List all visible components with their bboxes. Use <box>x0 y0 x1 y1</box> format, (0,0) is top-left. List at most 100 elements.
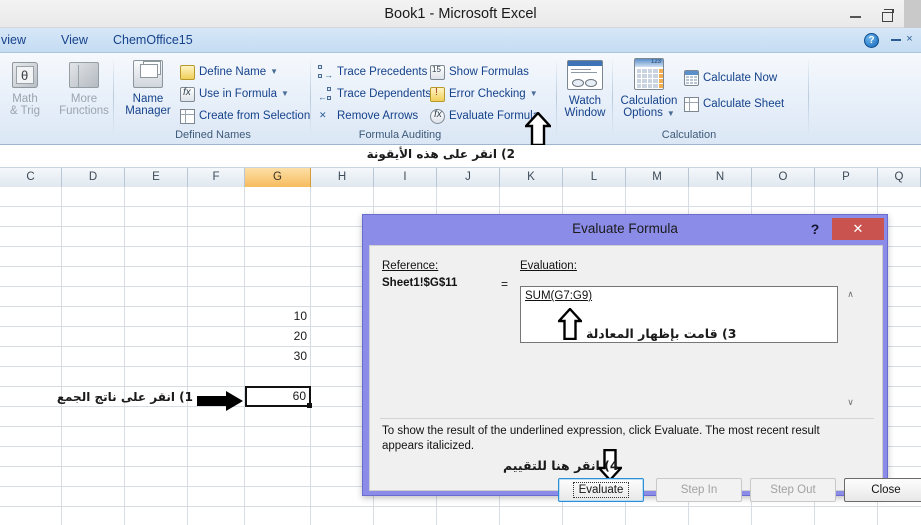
create-from-selection-button[interactable]: Create from Selection <box>180 106 310 126</box>
reference-label-text: Reference: <box>382 260 439 272</box>
evaluate-formula-button[interactable]: fx Evaluate Formula <box>430 106 539 126</box>
remove-arrows-icon: ✕ <box>319 109 327 120</box>
column-header-G[interactable]: G <box>245 168 311 187</box>
column-header-O[interactable]: O <box>752 168 815 187</box>
calculation-options-label-1: Calculation <box>620 95 678 107</box>
scroll-down-icon[interactable]: ∨ <box>842 394 859 411</box>
step-out-button[interactable]: Step Out <box>750 478 836 502</box>
evaluation-formula[interactable]: SUM(G7:G9) <box>525 290 592 302</box>
calculate-sheet-button[interactable]: Calculate Sheet <box>684 94 784 114</box>
column-header-H[interactable]: H <box>311 168 374 187</box>
more-functions-icon <box>69 62 99 88</box>
evaluation-scrollbar[interactable]: ∧ ∨ <box>842 286 859 411</box>
step-in-button[interactable]: Step In <box>656 478 742 502</box>
trace-precedents-button[interactable]: → Trace Precedents <box>318 62 427 82</box>
fill-handle[interactable] <box>307 403 312 408</box>
chevron-down-icon: ▼ <box>529 89 538 98</box>
cell-G7[interactable]: 10 <box>245 306 310 326</box>
dialog-close-button[interactable]: ✕ <box>832 218 884 240</box>
watch-window-button[interactable]: Watch Window <box>560 60 610 119</box>
trace-dependents-icon: ← <box>318 86 333 102</box>
scroll-up-icon[interactable]: ∧ <box>842 286 859 303</box>
restore-button[interactable] <box>870 0 904 28</box>
trace-precedents-icon: → <box>318 64 333 80</box>
show-formulas-icon: 15 <box>430 64 445 80</box>
math-trig-button[interactable]: θ Math & Trig <box>0 62 54 117</box>
column-header-L[interactable]: L <box>563 168 626 187</box>
step-in-button-label: Step In <box>680 484 718 496</box>
close-ribbon-icon[interactable]: × <box>904 34 915 45</box>
tab-chemoffice15[interactable]: ChemOffice15 <box>104 28 202 53</box>
more-functions-label-2: Functions <box>59 105 109 117</box>
annotation-step3-text: 3) قامت بإظهار المعادلة <box>586 326 737 341</box>
tab-review[interactable]: view <box>0 28 35 53</box>
column-header-P[interactable]: P <box>815 168 878 187</box>
grid-vline <box>124 187 125 525</box>
excel-window: Book1 - Microsoft Excel view View ChemOf… <box>0 0 921 525</box>
group-separator-3 <box>612 57 613 137</box>
define-name-button[interactable]: Define Name ▼ <box>180 62 278 82</box>
name-manager-button[interactable]: Name Manager <box>118 60 178 117</box>
column-header-F[interactable]: F <box>188 168 245 187</box>
close-dialog-button[interactable]: Close <box>844 478 921 502</box>
calculate-now-button[interactable]: Calculate Now <box>684 68 777 88</box>
evaluation-label-text: Evaluation: <box>520 260 577 272</box>
column-header-I[interactable]: I <box>374 168 437 187</box>
use-in-formula-button[interactable]: fx Use in Formula ▼ <box>180 84 289 104</box>
more-functions-button[interactable]: More Functions <box>48 62 120 117</box>
minimize-ribbon-icon[interactable] <box>891 39 901 41</box>
name-manager-icon <box>133 60 163 88</box>
remove-arrows-button[interactable]: ✕ Remove Arrows <box>318 106 418 126</box>
evaluate-button[interactable]: Evaluate <box>558 478 644 502</box>
ribbon: θ Math & Trig More Functions Name Manage… <box>0 53 921 145</box>
ribbon-group-function-library: θ Math & Trig More Functions <box>0 54 110 143</box>
grid-hline <box>0 506 921 507</box>
name-manager-label-1: Name <box>132 93 164 105</box>
column-header-N[interactable]: N <box>689 168 752 187</box>
selected-cell-G11[interactable]: 60 <box>245 386 311 407</box>
formula-auditing-group-title: Formula Auditing <box>358 129 442 141</box>
error-checking-icon: ! <box>430 86 445 102</box>
cell-G8[interactable]: 20 <box>245 326 310 346</box>
use-in-formula-icon: fx <box>180 86 195 102</box>
name-manager-label-2: Manager <box>125 105 171 117</box>
window-title: Book1 - Microsoft Excel <box>384 6 537 22</box>
calculation-options-icon: 123 <box>634 58 664 90</box>
error-checking-label: Error Checking <box>449 88 526 100</box>
reference-label: Reference: <box>382 260 438 272</box>
minimize-button[interactable] <box>840 0 870 28</box>
ribbon-group-calculation: 123 Calculation Options ▼ Calculate Now C… <box>616 54 806 143</box>
column-header-E[interactable]: E <box>125 168 188 187</box>
evaluate-formula-dialog[interactable]: Evaluate Formula ? ✕ Reference: Sheet1!$… <box>362 214 921 502</box>
calculate-sheet-label: Calculate Sheet <box>703 98 785 110</box>
equals-sign: = <box>501 277 509 291</box>
annotation-step4-text: 4) انقر هنا للتقييم <box>503 458 619 473</box>
calculation-options-button[interactable]: 123 Calculation Options ▼ <box>616 58 682 119</box>
column-header-D[interactable]: D <box>62 168 125 187</box>
tab-view[interactable]: View <box>52 28 97 53</box>
column-headers: C D E F G H I J K L M N O P Q <box>0 168 921 187</box>
watch-window-label-1: Watch <box>568 95 602 107</box>
watch-window-icon <box>567 60 603 90</box>
column-header-J[interactable]: J <box>437 168 500 187</box>
cell-G9[interactable]: 30 <box>245 346 310 366</box>
window-controls <box>840 0 921 28</box>
more-functions-label-1: More <box>70 93 98 105</box>
show-formulas-button[interactable]: 15 Show Formulas <box>430 62 529 82</box>
error-checking-button[interactable]: ! Error Checking ▼ <box>430 84 538 104</box>
define-name-icon <box>180 64 195 80</box>
step-out-button-label: Step Out <box>770 484 816 496</box>
column-header-M[interactable]: M <box>626 168 689 187</box>
reference-value: Sheet1!$G$11 <box>382 277 458 289</box>
create-from-selection-label: Create from Selection <box>199 110 311 122</box>
column-header-C[interactable]: C <box>0 168 62 187</box>
dialog-help-icon[interactable]: ? <box>805 219 825 239</box>
math-trig-label-1: Math <box>12 93 38 105</box>
annotation-step2-text: 2) انقر على هذه الأيقونة <box>366 147 515 161</box>
help-icon[interactable]: ? <box>864 33 879 48</box>
close-button-area[interactable] <box>904 0 921 28</box>
column-header-K[interactable]: K <box>500 168 563 187</box>
math-trig-label-2: & Trig <box>9 105 41 117</box>
trace-dependents-button[interactable]: ← Trace Dependents <box>318 84 431 104</box>
column-header-Q[interactable]: Q <box>878 168 921 187</box>
